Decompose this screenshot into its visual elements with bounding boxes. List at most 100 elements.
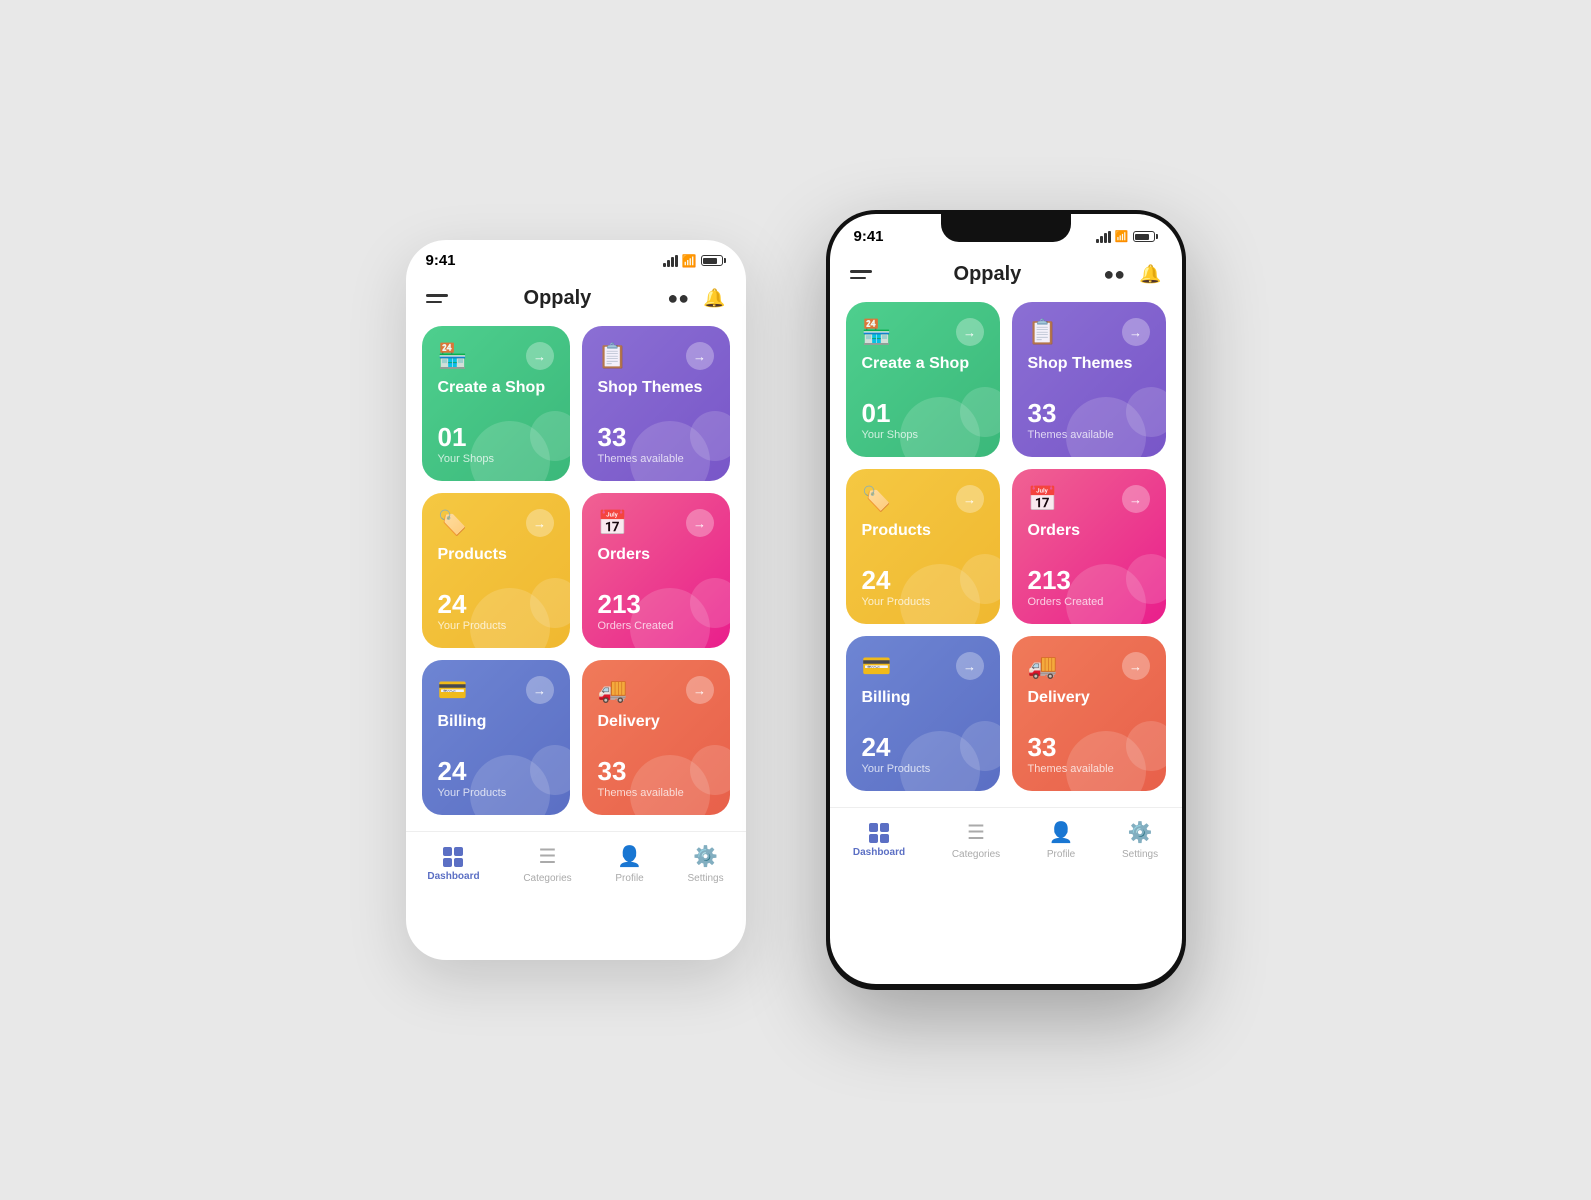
- notch-categories-icon: ☰: [967, 820, 985, 845]
- notch-menu-button[interactable]: [850, 270, 872, 279]
- notch-nav-dashboard[interactable]: Dashboard: [853, 823, 905, 858]
- card-subtitle: Your Shops: [862, 429, 984, 441]
- notch-battery-icon: [1133, 231, 1158, 242]
- status-icons: 📶: [663, 254, 726, 268]
- notch-status-bar: 9:41 📶: [830, 214, 1182, 251]
- nav-label-categories: Categories: [523, 873, 571, 884]
- nav-label-profile: Profile: [615, 873, 643, 884]
- card-number: 24: [862, 734, 984, 760]
- nav-profile[interactable]: 👤 Profile: [615, 844, 643, 884]
- bell-button[interactable]: 🔔: [703, 288, 725, 309]
- notch-cards-grid: 🏪 → Create a Shop 01 Your Shops 📋 → Shop…: [830, 302, 1182, 807]
- arrow-icon: →: [1122, 318, 1150, 346]
- nav-label-dashboard: Dashboard: [427, 871, 479, 882]
- notch-nav-profile[interactable]: 👤 Profile: [1047, 820, 1075, 860]
- nav-categories[interactable]: ☰ Categories: [523, 844, 571, 884]
- card-title: Shop Themes: [598, 379, 714, 397]
- notch-nav-label-dashboard: Dashboard: [853, 847, 905, 858]
- notch-status-time: 9:41: [854, 228, 884, 245]
- battery-icon: [701, 255, 726, 266]
- card-title: Delivery: [598, 713, 714, 731]
- wifi-icon: 📶: [682, 254, 697, 268]
- arrow-icon: →: [686, 676, 714, 704]
- card-number: 33: [1028, 400, 1150, 426]
- card-title: Create a Shop: [862, 355, 984, 373]
- notch-nav-categories[interactable]: ☰ Categories: [952, 820, 1000, 860]
- notch-search-button[interactable]: ●●: [1103, 264, 1125, 285]
- themes-icon: 📋: [598, 342, 628, 371]
- card-title: Create a Shop: [438, 379, 554, 397]
- card-subtitle: Themes available: [1028, 429, 1150, 441]
- card-number: 01: [862, 400, 984, 426]
- notch-products-icon: 🏷️: [862, 485, 892, 514]
- notch-cutout: [941, 214, 1071, 242]
- card-shop-themes[interactable]: 📋 → Shop Themes 33 Themes available: [582, 326, 730, 481]
- notch-card-delivery[interactable]: 🚚 → Delivery 33 Themes available: [1012, 636, 1166, 791]
- card-create-shop[interactable]: 🏪 → Create a Shop 01 Your Shops: [422, 326, 570, 481]
- menu-button[interactable]: [426, 294, 448, 303]
- notch-themes-icon: 📋: [1028, 318, 1058, 347]
- card-billing[interactable]: 💳 → Billing 24 Your Products: [422, 660, 570, 815]
- search-button[interactable]: ●●: [667, 288, 689, 309]
- notch-phone: 9:41 📶 Oppaly: [826, 210, 1186, 990]
- arrow-icon: →: [956, 485, 984, 513]
- notch-app-header: Oppaly ●● 🔔: [830, 251, 1182, 302]
- notch-nav-settings[interactable]: ⚙️ Settings: [1122, 820, 1158, 860]
- notch-profile-icon: 👤: [1049, 820, 1074, 845]
- notch-header-actions: ●● 🔔: [1103, 264, 1161, 285]
- products-icon: 🏷️: [438, 509, 468, 538]
- card-number: 33: [1028, 734, 1150, 760]
- card-title: Delivery: [1028, 689, 1150, 707]
- notch-status-icons: 📶: [1096, 230, 1158, 243]
- arrow-icon: →: [686, 509, 714, 537]
- notch-nav-label-profile: Profile: [1047, 849, 1075, 860]
- card-title: Orders: [1028, 522, 1150, 540]
- shop-icon: 🏪: [438, 342, 468, 371]
- arrow-icon: →: [526, 342, 554, 370]
- card-subtitle: Your Shops: [438, 453, 554, 465]
- profile-icon: 👤: [617, 844, 642, 869]
- arrow-icon: →: [686, 342, 714, 370]
- card-number: 213: [1028, 567, 1150, 593]
- card-subtitle: Your Products: [438, 787, 554, 799]
- nav-label-settings: Settings: [687, 873, 723, 884]
- notch-card-orders[interactable]: 📅 → Orders 213 Orders Created: [1012, 469, 1166, 624]
- notch-card-billing[interactable]: 💳 → Billing 24 Your Products: [846, 636, 1000, 791]
- arrow-icon: →: [526, 676, 554, 704]
- notch-dashboard-icon: [869, 823, 889, 843]
- arrow-icon: →: [1122, 485, 1150, 513]
- card-subtitle: Your Products: [862, 763, 984, 775]
- notch-billing-icon: 💳: [862, 652, 892, 681]
- card-delivery[interactable]: 🚚 → Delivery 33 Themes available: [582, 660, 730, 815]
- card-number: 33: [598, 758, 714, 784]
- dashboard-icon: [443, 847, 463, 867]
- nav-settings[interactable]: ⚙️ Settings: [687, 844, 723, 884]
- arrow-icon: →: [956, 652, 984, 680]
- notch-signal-icon: [1096, 231, 1111, 243]
- arrow-icon: →: [956, 318, 984, 346]
- nav-dashboard[interactable]: Dashboard: [427, 847, 479, 882]
- bottom-nav: Dashboard ☰ Categories 👤 Profile ⚙️ Sett…: [406, 831, 746, 900]
- notch-card-create-shop[interactable]: 🏪 → Create a Shop 01 Your Shops: [846, 302, 1000, 457]
- card-title: Products: [862, 522, 984, 540]
- card-number: 213: [598, 591, 714, 617]
- card-title: Billing: [862, 689, 984, 707]
- billing-icon: 💳: [438, 676, 468, 705]
- notch-wifi-icon: 📶: [1115, 230, 1129, 243]
- card-products[interactable]: 🏷️ → Products 24 Your Products: [422, 493, 570, 648]
- card-title: Products: [438, 546, 554, 564]
- card-orders[interactable]: 📅 → Orders 213 Orders Created: [582, 493, 730, 648]
- card-title: Shop Themes: [1028, 355, 1150, 373]
- notch-app-title: Oppaly: [954, 263, 1022, 286]
- signal-icon: [663, 255, 678, 267]
- notch-bell-button[interactable]: 🔔: [1139, 264, 1161, 285]
- notch-bottom-nav: Dashboard ☰ Categories 👤 Profile ⚙️ Sett…: [830, 807, 1182, 876]
- app-title: Oppaly: [524, 287, 592, 310]
- card-subtitle: Themes available: [598, 453, 714, 465]
- card-title: Orders: [598, 546, 714, 564]
- settings-icon: ⚙️: [693, 844, 718, 869]
- app-header: Oppaly ●● 🔔: [406, 275, 746, 326]
- notch-card-products[interactable]: 🏷️ → Products 24 Your Products: [846, 469, 1000, 624]
- notch-card-shop-themes[interactable]: 📋 → Shop Themes 33 Themes available: [1012, 302, 1166, 457]
- notch-delivery-icon: 🚚: [1028, 652, 1058, 681]
